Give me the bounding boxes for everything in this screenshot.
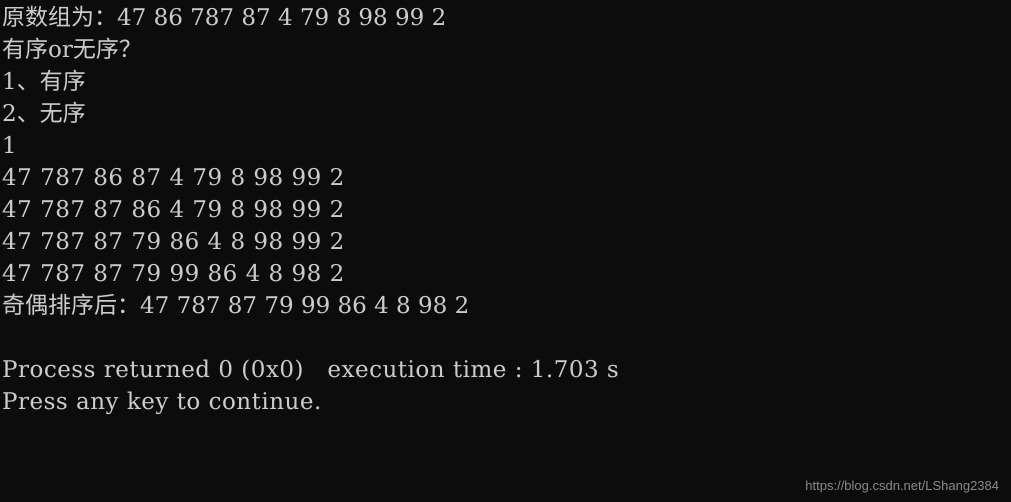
console-line-process-returned: Process returned 0 (0x0) execution time … (2, 357, 620, 383)
console-line-original-array: 原数组为：47 86 787 87 4 79 8 98 99 2 (2, 5, 447, 31)
console-line-sorted-result: 奇偶排序后：47 787 87 79 99 86 4 8 98 2 (2, 293, 470, 319)
console-line-spacer (2, 322, 1011, 354)
console-line-prompt-question: 有序or无序？ (2, 37, 142, 63)
console-line-pass-2: 47 787 87 86 4 79 8 98 99 2 (2, 197, 345, 223)
console-output-area: 原数组为：47 86 787 87 4 79 8 98 99 2 有序or无序？… (0, 0, 1011, 418)
console-line-pass-1: 47 787 86 87 4 79 8 98 99 2 (2, 165, 345, 191)
console-line-pass-3: 47 787 87 79 86 4 8 98 99 2 (2, 229, 345, 255)
watermark-blog-url: https://blog.csdn.net/LShang2384 (805, 478, 999, 493)
console-window[interactable]: 原数组为：47 86 787 87 4 79 8 98 99 2 有序or无序？… (0, 0, 1011, 502)
console-line-user-input: 1 (2, 133, 18, 159)
console-line-menu-option-2: 2、无序 (2, 101, 86, 127)
console-line-pass-4: 47 787 87 79 99 86 4 8 98 2 (2, 261, 345, 287)
console-line-press-any-key: Press any key to continue. (2, 389, 322, 415)
console-line-menu-option-1: 1、有序 (2, 69, 86, 95)
